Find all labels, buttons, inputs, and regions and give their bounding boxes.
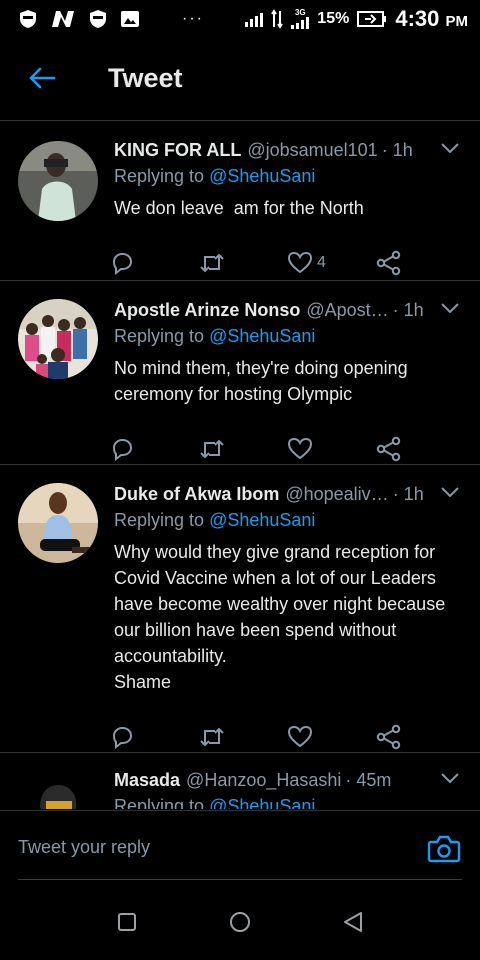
back-nav-button[interactable] <box>333 902 373 942</box>
reply-icon <box>112 727 133 749</box>
tweet-text: No mind them, they're doing opening cere… <box>114 358 413 404</box>
share-button[interactable] <box>376 250 465 276</box>
timestamp: · 1h <box>392 299 424 320</box>
tweet-text: Why would they give grand reception for … <box>114 542 446 692</box>
tweet-text: We don leave am for the North <box>114 198 364 218</box>
author-name[interactable]: Masada <box>114 770 180 791</box>
circle-icon <box>229 912 250 932</box>
retweet-icon <box>199 727 224 747</box>
battery-icon <box>357 11 387 27</box>
avatar[interactable] <box>18 483 98 563</box>
replying-to: Replying to @ShehuSani <box>114 510 316 530</box>
camera-icon[interactable] <box>426 831 462 867</box>
timestamp: · 1h <box>392 483 424 504</box>
share-button[interactable] <box>376 436 465 462</box>
author-name[interactable]: Apostle Arinze Nonso <box>114 300 300 321</box>
author-handle[interactable]: @Hanzoo_Hasashi <box>186 770 341 791</box>
network-type-label: 3G <box>294 8 306 17</box>
top-app-bar: Tweet <box>0 38 480 118</box>
reply-tweet[interactable]: Masada @Hanzoo_Hasashi · 45m Replying to… <box>0 753 480 809</box>
reply-input[interactable]: Tweet your reply <box>18 837 150 858</box>
home-button[interactable] <box>220 902 260 942</box>
reply-composer: Tweet your reply <box>0 810 480 884</box>
retweet-button[interactable] <box>199 251 288 275</box>
reply-button[interactable] <box>110 725 199 749</box>
recent-apps-button[interactable] <box>107 902 147 942</box>
share-button[interactable] <box>376 724 465 750</box>
clock: 4:30 PM <box>395 6 468 31</box>
chevron-down-icon[interactable] <box>440 141 460 155</box>
chevron-down-icon[interactable] <box>440 771 460 785</box>
share-icon <box>376 250 400 276</box>
avatar[interactable] <box>18 299 98 379</box>
retweet-icon <box>199 439 224 459</box>
author-handle[interactable]: @jobsamuel101 <box>247 140 377 161</box>
share-icon <box>376 724 400 750</box>
shield-notification-icon <box>20 10 36 28</box>
back-arrow-icon <box>29 67 56 89</box>
signal-icon <box>245 11 264 27</box>
reply-button[interactable] <box>110 437 199 461</box>
reply-tweet[interactable]: Apostle Arinze Nonso @Apost… · 1h Replyi… <box>0 281 480 465</box>
author-name[interactable]: Duke of Akwa Ibom <box>114 484 279 505</box>
author-handle[interactable]: @Apost… <box>306 300 388 321</box>
mention-link[interactable]: @ShehuSani <box>209 796 315 809</box>
square-icon <box>117 913 136 931</box>
chevron-down-icon[interactable] <box>440 485 460 499</box>
avatar[interactable] <box>18 771 98 809</box>
like-count: 4 <box>317 254 326 271</box>
avatar[interactable] <box>18 141 98 221</box>
reply-tweet[interactable]: Duke of Akwa Ibom @hopealiv… · 1h Replyi… <box>0 465 480 753</box>
reply-input-underline <box>18 879 462 880</box>
mention-link[interactable]: @ShehuSani <box>209 326 315 346</box>
mention-link[interactable]: @ShehuSani <box>209 166 315 186</box>
more-notifications-icon: ··· <box>182 10 204 27</box>
back-button[interactable] <box>0 38 84 118</box>
reply-icon <box>112 439 133 461</box>
timestamp: · 1h <box>381 139 413 160</box>
mention-link[interactable]: @ShehuSani <box>209 510 315 530</box>
like-button[interactable] <box>287 437 376 461</box>
battery-percent: 15% <box>317 10 350 27</box>
n-app-icon <box>52 11 74 27</box>
heart-icon <box>287 437 313 460</box>
share-icon <box>376 436 400 462</box>
signal-icon-secondary <box>291 17 310 29</box>
triangle-back-icon <box>344 912 363 932</box>
system-nav-bar <box>0 884 480 960</box>
retweet-button[interactable] <box>199 437 288 461</box>
reply-button[interactable] <box>110 251 199 275</box>
heart-icon <box>287 251 313 274</box>
page-title: Tweet <box>108 62 183 93</box>
chevron-down-icon[interactable] <box>440 301 460 315</box>
replying-to: Replying to @ShehuSani <box>114 326 316 346</box>
author-handle[interactable]: @hopealiv… <box>285 484 388 505</box>
retweet-icon <box>199 253 224 273</box>
data-transfer-icon <box>271 9 284 29</box>
replying-to: Replying to @ShehuSani <box>114 166 316 186</box>
retweet-button[interactable] <box>199 725 288 749</box>
replies-feed[interactable]: KING FOR ALL @jobsamuel101 · 1h Replying… <box>0 121 480 809</box>
replying-to: Replying to @ShehuSani <box>114 796 464 809</box>
heart-icon <box>287 725 313 748</box>
author-name[interactable]: KING FOR ALL <box>114 140 241 161</box>
reply-icon <box>112 253 133 275</box>
status-bar: ··· 3G 15% 4:30 PM <box>0 0 480 38</box>
timestamp: · 45m <box>345 769 392 790</box>
like-button[interactable]: 4 <box>287 251 376 275</box>
gallery-icon <box>121 11 139 27</box>
shield-notification-icon <box>90 10 106 28</box>
reply-tweet[interactable]: KING FOR ALL @jobsamuel101 · 1h Replying… <box>0 121 480 281</box>
like-button[interactable] <box>287 725 376 749</box>
